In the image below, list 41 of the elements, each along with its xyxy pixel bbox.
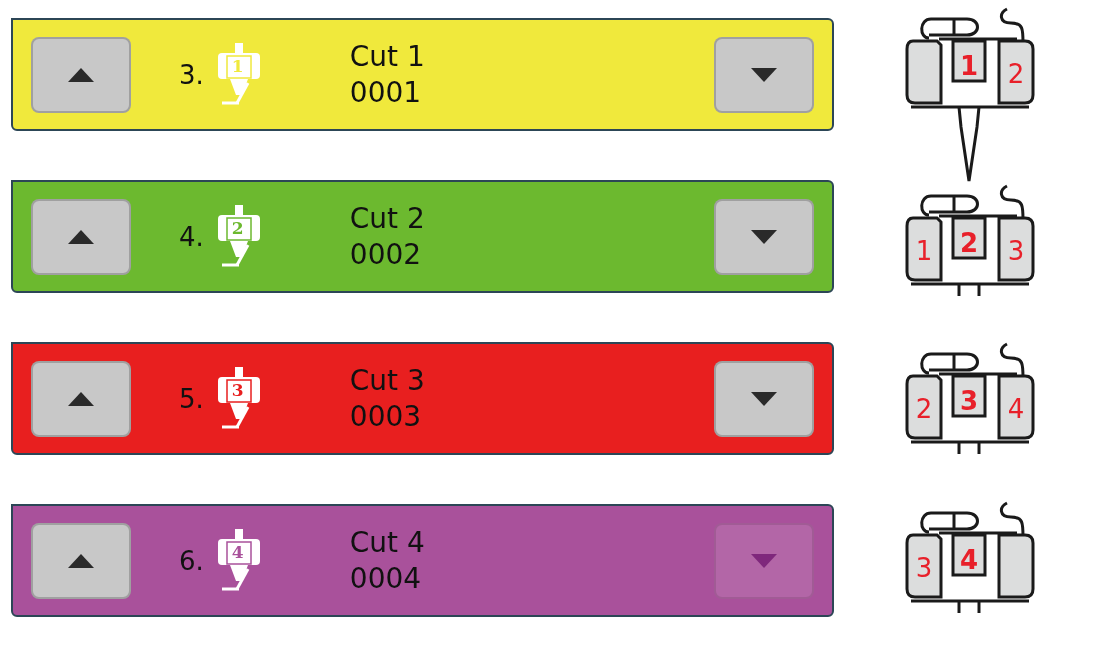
needle-number: 2 [231,216,244,239]
step-number: 5. [179,383,204,414]
position-number: 2 [959,228,979,258]
down-arrow-icon [751,67,777,82]
needle-number: 1 [231,54,244,77]
move-up-button[interactable] [31,36,131,113]
move-down-button[interactable] [714,360,814,437]
step-number: 4. [179,221,204,252]
position-number: 3 [959,386,979,417]
cut-code: 0003 [349,398,423,435]
position-number: 1 [915,236,933,266]
cut-name: Cut 4 [349,524,426,561]
step-number: 6. [179,545,204,576]
cut-name: Cut 2 [349,200,426,237]
move-up-button[interactable] [31,198,131,275]
position-number: 4 [1007,394,1025,425]
down-arrow-icon [751,553,777,568]
move-up-button[interactable] [31,360,131,437]
position-number: 2 [915,394,933,425]
up-arrow-icon [68,553,94,568]
position-number: 4 [959,544,979,575]
position-number: 3 [915,552,933,583]
cut-name: Cut 1 [349,38,426,75]
move-down-button[interactable] [714,36,814,113]
cut-code: 0002 [349,236,423,273]
move-down-button[interactable] [714,198,814,275]
step-number: 3. [179,59,204,90]
position-number: 1 [959,51,979,81]
down-arrow-icon [751,229,777,244]
down-arrow-icon [751,391,777,406]
position-number: 3 [1007,236,1025,266]
needle-number: 3 [231,378,244,401]
up-arrow-icon [68,67,94,82]
move-up-button[interactable] [31,522,131,599]
up-arrow-icon [68,391,94,406]
needle-number: 4 [231,540,244,563]
cut-code: 0001 [349,74,423,111]
cut-name: Cut 3 [349,362,426,399]
position-number: 2 [1007,59,1025,89]
cut-code: 0004 [349,560,423,597]
up-arrow-icon [68,229,94,244]
